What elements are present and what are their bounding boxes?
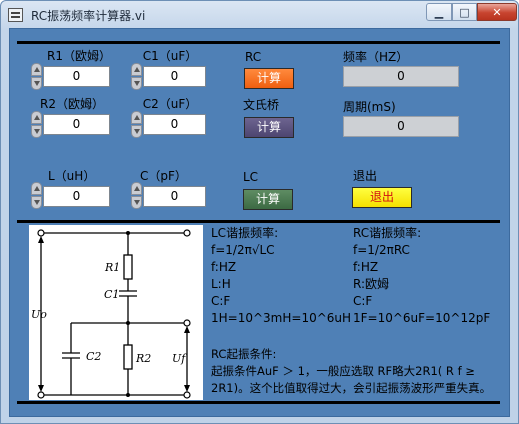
c1-spinner[interactable] [131,63,142,90]
lc-label: LC [243,170,259,184]
lc-info-block: LC谐振频率: f=1/2π√LC f:HZ L:H C:F 1H=10^3mH… [211,225,351,327]
c1-label: C1（uF） [142,49,198,63]
exit-button[interactable]: 退出 [352,187,412,208]
title-bar: RC振荡频率计算器.vi ▁ □ ✕ [1,1,518,29]
close-button[interactable]: ✕ [477,3,517,21]
r1-symbol: R1 [104,261,120,274]
l-input[interactable]: 0 [43,186,110,207]
window-title: RC振荡频率计算器.vi [31,9,146,23]
uf-symbol: Uf [172,352,187,365]
maximize-button[interactable]: □ [452,3,477,21]
c-spinner[interactable] [131,182,142,209]
r2-spinner[interactable] [31,111,42,138]
divider-middle [17,220,500,223]
r2-input[interactable]: 0 [43,114,110,135]
rc-calculate-button[interactable]: 计算 [244,68,294,89]
increment-icon[interactable] [131,182,142,195]
decrement-icon[interactable] [131,125,142,138]
uo-symbol: Uo [31,308,47,321]
rc-label: RC [245,50,262,64]
rc-oscillator-circuit: R1 C1 R2 C2 Uo Uf [29,225,203,400]
rc-info-title: RC谐振频率: [353,226,422,240]
c1-input[interactable]: 0 [143,66,206,87]
condition-title: RC起振条件: [211,347,277,361]
r1-label: R1（欧姆） [47,49,111,63]
frequency-output: 0 [343,66,459,87]
rc-info-block: RC谐振频率: f=1/2πRC f:HZ R:欧姆 C:F 1F=10^6uF… [353,225,490,327]
r1-input[interactable]: 0 [43,66,110,87]
wien-bridge-label: 文氏桥 [243,98,280,112]
frequency-label: 频率（HZ） [343,50,409,64]
c2-spinner[interactable] [131,111,142,138]
r2-symbol: R2 [135,352,151,365]
r1-spinner[interactable] [31,63,42,90]
divider-top [17,41,500,44]
increment-icon[interactable] [31,111,42,124]
c-label: C（pF） [140,169,187,183]
l-label: L（uH） [48,169,96,183]
calculator-icon [8,8,23,22]
lc-info-line: f=1/2π√LC [211,243,275,257]
close-icon: ✕ [492,5,502,19]
increment-icon[interactable] [131,111,142,124]
rc-info-line: f=1/2πRC [353,243,410,257]
divider-bottom [17,401,500,404]
rc-info-line: 1F=10^6uF=10^12pF [353,311,491,325]
c2-symbol: C2 [86,350,101,363]
condition-line: 起振条件AuF ＞ 1，一般应选取 RF略大2R1( R f ≥ [211,364,475,378]
period-output: 0 [343,116,459,137]
rc-info-line: C:F [353,294,373,308]
minimize-icon: ▁ [434,5,444,19]
decrement-icon[interactable] [31,196,42,209]
oscillation-condition-block: RC起振条件: 起振条件AuF ＞ 1，一般应选取 RF略大2R1( R f ≥… [211,346,491,397]
rc-info-line: R:欧姆 [353,277,390,291]
lc-info-line: 1H=10^3mH=10^6uH [211,311,352,325]
c1-symbol: C1 [104,288,119,301]
lc-calculate-button[interactable]: 计算 [243,189,293,210]
c2-input[interactable]: 0 [143,114,206,135]
c2-label: C2（uF） [142,97,198,111]
rc-info-line: f:HZ [353,260,379,274]
c-input[interactable]: 0 [143,186,206,207]
increment-icon[interactable] [31,63,42,76]
lc-info-title: LC谐振频率: [211,226,279,240]
decrement-icon[interactable] [31,77,42,90]
lc-info-line: f:HZ [211,260,237,274]
increment-icon[interactable] [31,182,42,195]
l-spinner[interactable] [31,182,42,209]
wien-calculate-button[interactable]: 计算 [244,117,294,138]
maximize-icon: □ [459,5,470,19]
lc-info-line: L:H [211,277,231,291]
minimize-button[interactable]: ▁ [426,3,452,21]
decrement-icon[interactable] [131,196,142,209]
decrement-icon[interactable] [131,77,142,90]
condition-line: 2R1)。这个比值取得过大，会引起振荡波形严重失真。 [211,381,492,395]
increment-icon[interactable] [131,63,142,76]
r2-label: R2（欧姆） [40,97,104,111]
decrement-icon[interactable] [31,125,42,138]
period-label: 周期(mS) [343,100,396,114]
lc-info-line: C:F [211,294,231,308]
circuit-diagram: R1 C1 R2 C2 Uo Uf [31,229,191,399]
exit-label: 退出 [353,169,378,183]
